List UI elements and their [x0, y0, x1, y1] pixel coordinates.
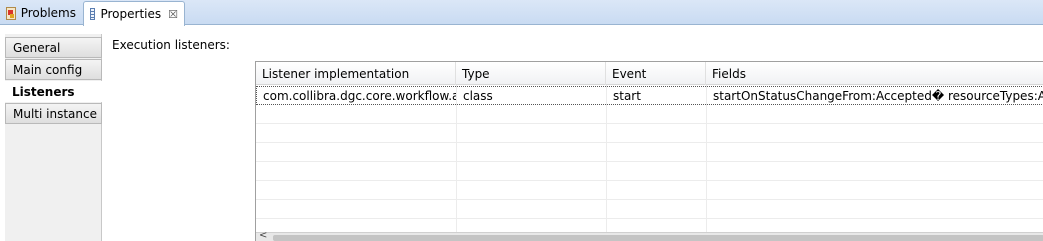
properties-icon [90, 8, 96, 20]
horizontal-scrollbar[interactable]: < [256, 230, 1043, 241]
column-header-event[interactable]: Event [606, 62, 706, 85]
view-tab-bar: Problems Properties ☒ [0, 0, 1043, 26]
properties-sidebar: General Main config Listeners Multi inst… [5, 34, 102, 241]
sidebar-item-label: Multi instance [13, 106, 97, 121]
cell-implementation: com.collibra.dgc.core.workflow.a... [263, 89, 456, 103]
problems-icon [6, 6, 16, 20]
table-row-empty [256, 124, 1043, 143]
sidebar-item-label: Main config [13, 62, 83, 77]
execution-listeners-label: Execution listeners: [112, 38, 230, 52]
close-icon[interactable]: ☒ [168, 9, 178, 20]
scroll-left-icon[interactable]: < [259, 230, 267, 241]
table-row-empty [256, 143, 1043, 162]
table-row-empty [256, 200, 1043, 219]
tab-properties-label: Properties [100, 7, 162, 21]
cell-event: start [613, 89, 641, 103]
cell-type: class [463, 89, 493, 103]
tab-properties[interactable]: Properties ☒ [83, 1, 185, 26]
tab-problems[interactable]: Problems [0, 1, 82, 25]
tab-problems-label: Problems [20, 6, 76, 20]
sidebar-item-label: Listeners [12, 84, 75, 99]
sidebar-item-general[interactable]: General [5, 37, 102, 58]
sidebar-item-multi-instance[interactable]: Multi instance [5, 103, 102, 124]
cell-fields: startOnStatusChangeFrom:Accepted� resour… [713, 89, 1043, 103]
column-header-type[interactable]: Type [456, 62, 606, 85]
scrollbar-thumb[interactable] [273, 235, 1043, 241]
table-row-empty [256, 181, 1043, 200]
listeners-table: Listener implementation Type Event Field… [255, 61, 1043, 241]
sidebar-item-listeners[interactable]: Listeners [5, 81, 102, 102]
column-header-fields[interactable]: Fields [706, 62, 1043, 85]
table-header: Listener implementation Type Event Field… [256, 62, 1043, 85]
table-row-empty [256, 162, 1043, 181]
column-header-implementation[interactable]: Listener implementation [256, 62, 456, 85]
table-row[interactable]: com.collibra.dgc.core.workflow.a... clas… [256, 86, 1043, 105]
table-row-empty [256, 105, 1043, 124]
sidebar-item-main-config[interactable]: Main config [5, 59, 102, 80]
sidebar-item-label: General [13, 40, 61, 55]
